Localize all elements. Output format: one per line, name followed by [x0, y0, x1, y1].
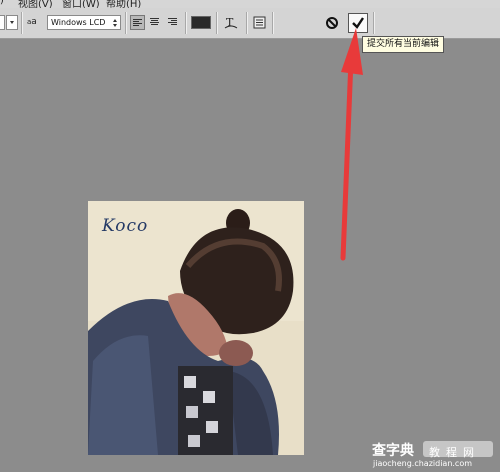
watermark-brand: 查字典	[372, 443, 414, 459]
annotation-arrow	[340, 28, 363, 261]
watermark-url: jiaocheng.chazidian.com	[373, 459, 473, 468]
watermark-box: 教程网	[423, 441, 493, 459]
